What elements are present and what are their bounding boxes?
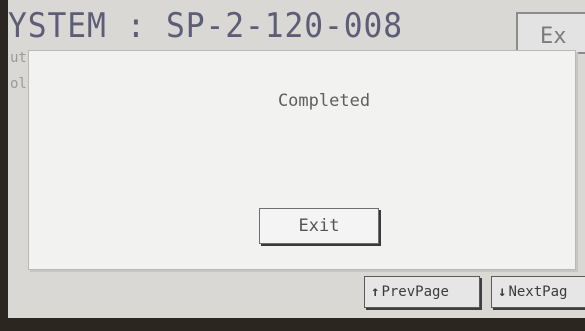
exit-button-top[interactable]: Ex <box>516 12 585 54</box>
panel-bezel <box>0 318 585 331</box>
system-title: YSTEM : SP-2-120-008 <box>8 6 404 46</box>
arrow-down-icon: ↓ <box>498 284 507 300</box>
side-label-2: ol <box>10 76 27 92</box>
prev-page-button[interactable]: ↑ PrevPage <box>364 276 480 308</box>
completion-dialog: Completed Exit <box>28 50 576 270</box>
dialog-message: Completed <box>277 91 371 111</box>
arrow-up-icon: ↑ <box>371 284 380 300</box>
next-page-button[interactable]: ↓ NextPag <box>491 276 585 308</box>
side-label-1: ut <box>10 50 27 66</box>
panel-screen: YSTEM : SP-2-120-008 Ex ut ol Completed … <box>8 0 585 318</box>
next-page-label: NextPag <box>508 284 568 300</box>
dialog-exit-button[interactable]: Exit <box>259 208 379 244</box>
prev-page-label: PrevPage <box>381 284 449 300</box>
